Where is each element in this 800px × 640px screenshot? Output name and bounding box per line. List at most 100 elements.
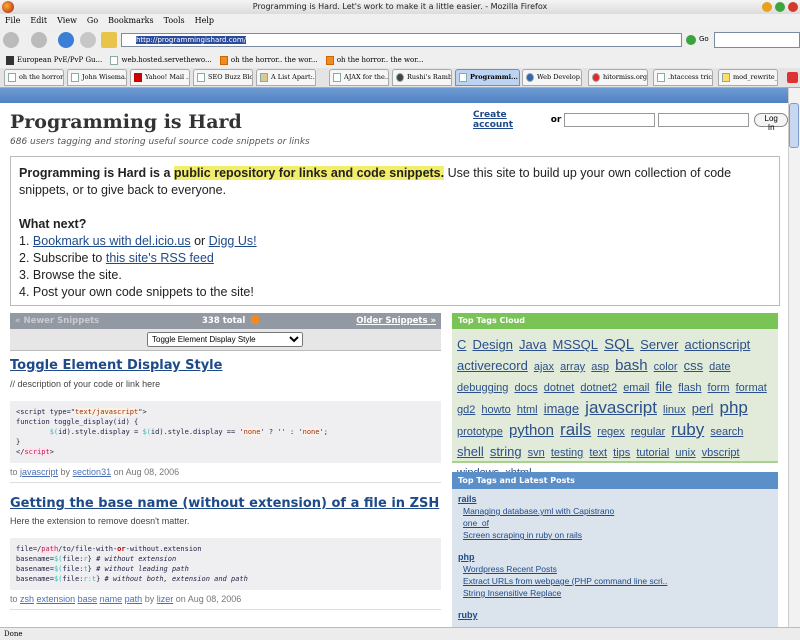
- tag-link[interactable]: zsh: [20, 594, 34, 604]
- tag-link[interactable]: javascript: [20, 467, 58, 477]
- tag-cloud-link[interactable]: Design: [472, 337, 512, 352]
- tag-cloud-link[interactable]: SQL: [604, 336, 634, 353]
- tag-cloud-link[interactable]: flash: [678, 382, 701, 394]
- tag-cloud-link[interactable]: color: [654, 361, 678, 373]
- tag-cloud-link[interactable]: svn: [528, 447, 545, 459]
- tag-cloud-link[interactable]: MSSQL: [553, 337, 599, 352]
- menu-help[interactable]: Help: [195, 16, 214, 25]
- scrollbar[interactable]: [788, 88, 800, 627]
- tag-cloud-link[interactable]: actionscript: [685, 337, 751, 352]
- menu-go[interactable]: Go: [87, 16, 98, 25]
- tag-cloud-link[interactable]: format: [736, 382, 767, 394]
- tag-cloud-link[interactable]: form: [708, 382, 730, 394]
- tag-link[interactable]: name: [100, 594, 123, 604]
- tag-cloud-link[interactable]: bash: [615, 357, 648, 374]
- snippet-title[interactable]: Getting the base name (without extension…: [10, 496, 439, 511]
- tab[interactable]: AJAX for the...: [329, 69, 389, 86]
- tag-link[interactable]: base: [78, 594, 98, 604]
- tag-cloud-link[interactable]: tutorial: [636, 447, 669, 459]
- tab[interactable]: John Wisema...: [67, 69, 127, 86]
- tag-cloud-link[interactable]: regular: [631, 426, 665, 438]
- delicious-link[interactable]: Bookmark us with del.icio.us: [33, 234, 191, 248]
- menu-file[interactable]: File: [5, 16, 20, 25]
- tab[interactable]: hitormiss.org:...: [588, 69, 648, 86]
- tag-heading-link[interactable]: rails: [458, 493, 772, 505]
- bookmark-item[interactable]: oh the horror.. the wor...: [219, 52, 318, 68]
- tag-cloud-link[interactable]: date: [709, 361, 730, 373]
- close-tab-icon[interactable]: [787, 72, 798, 83]
- bookmark-item[interactable]: web.hosted.servethewo...: [110, 52, 212, 68]
- tag-cloud-link[interactable]: C: [457, 337, 466, 352]
- bookmark-item[interactable]: European PvE/PvP Gu...: [6, 52, 102, 68]
- tag-cloud-link[interactable]: dotnet2: [580, 382, 617, 394]
- minimize-icon[interactable]: [762, 2, 772, 12]
- go-icon[interactable]: [686, 35, 696, 45]
- tag-cloud-link[interactable]: rails: [560, 420, 591, 439]
- snippet-title[interactable]: Toggle Element Display Style: [10, 358, 222, 373]
- post-link[interactable]: Extract URLs from webpage (PHP command l…: [463, 575, 772, 587]
- go-button[interactable]: Go: [699, 35, 709, 43]
- tag-cloud-link[interactable]: html: [517, 404, 538, 416]
- tag-cloud-link[interactable]: regex: [597, 426, 625, 438]
- tag-cloud-link[interactable]: python: [509, 422, 554, 439]
- rss-feed-link[interactable]: this site's RSS feed: [106, 251, 214, 265]
- menu-view[interactable]: View: [57, 16, 77, 25]
- digg-link[interactable]: Digg Us!: [209, 234, 257, 248]
- tag-cloud-link[interactable]: email: [623, 382, 649, 394]
- tab[interactable]: Yahoo! Mail ...: [130, 69, 190, 86]
- close-icon[interactable]: [788, 2, 798, 12]
- bookmark-item[interactable]: oh the horror.. the wor...: [325, 52, 423, 68]
- tag-cloud-link[interactable]: array: [560, 361, 585, 373]
- stop-icon[interactable]: [80, 32, 96, 48]
- password-input[interactable]: [658, 113, 750, 127]
- maximize-icon[interactable]: [775, 2, 785, 12]
- tag-cloud-link[interactable]: testing: [551, 447, 583, 459]
- tag-cloud-link[interactable]: perl: [692, 401, 714, 416]
- tag-cloud-link[interactable]: gd2: [457, 404, 475, 416]
- tag-cloud-link[interactable]: asp: [591, 361, 609, 373]
- tag-cloud-link[interactable]: css: [684, 358, 704, 373]
- tag-heading-link[interactable]: ruby: [458, 609, 772, 621]
- tag-cloud-link[interactable]: text: [589, 447, 607, 459]
- post-link[interactable]: one_of: [463, 517, 772, 529]
- tag-cloud-link[interactable]: howto: [481, 404, 510, 416]
- tag-cloud-link[interactable]: dotnet: [544, 382, 575, 394]
- menu-bookmarks[interactable]: Bookmarks: [108, 16, 154, 25]
- tab[interactable]: .htaccess tric...: [653, 69, 713, 86]
- tag-cloud-link[interactable]: ruby: [671, 420, 704, 439]
- tag-cloud-link[interactable]: search: [710, 426, 743, 438]
- menu-tools[interactable]: Tools: [164, 16, 185, 25]
- tag-heading-link[interactable]: php: [458, 551, 772, 563]
- tag-cloud-link[interactable]: docs: [514, 382, 537, 394]
- back-icon[interactable]: [3, 32, 19, 48]
- post-link[interactable]: String Insensitive Replace: [463, 587, 772, 599]
- tag-cloud-link[interactable]: file: [656, 379, 673, 394]
- older-snippets-link[interactable]: Older Snippets »: [356, 313, 436, 329]
- tag-cloud-link[interactable]: ajax: [534, 361, 554, 373]
- newer-snippets-link[interactable]: « Newer Snippets: [15, 313, 99, 329]
- tag-link[interactable]: extension: [37, 594, 76, 604]
- search-input[interactable]: [714, 32, 800, 48]
- tag-cloud-link[interactable]: shell: [457, 444, 484, 459]
- home-icon[interactable]: [101, 32, 117, 48]
- menu-edit[interactable]: Edit: [30, 16, 47, 25]
- scrollbar-thumb[interactable]: [789, 103, 799, 148]
- login-button[interactable]: Log In: [754, 113, 788, 132]
- tag-cloud-link[interactable]: vbscript: [702, 447, 740, 459]
- tag-cloud-link[interactable]: Server: [640, 337, 678, 352]
- tag-cloud-link[interactable]: prototype: [457, 426, 503, 438]
- post-link[interactable]: Wordpress Recent Posts: [463, 563, 772, 575]
- tag-cloud-link[interactable]: javascript: [585, 398, 657, 417]
- tab[interactable]: mod_rewrite_...: [718, 69, 778, 86]
- tab[interactable]: Web Develop...: [522, 69, 582, 86]
- tag-cloud-link[interactable]: linux: [663, 404, 686, 416]
- reload-icon[interactable]: [58, 32, 74, 48]
- author-link[interactable]: lizer: [157, 594, 174, 604]
- url-input[interactable]: http://programmingishard.com/: [121, 33, 682, 47]
- tag-cloud-link[interactable]: Java: [519, 337, 546, 352]
- snippet-select[interactable]: Toggle Element Display Style: [147, 332, 303, 347]
- tab-active[interactable]: Programmi...: [455, 69, 520, 86]
- tag-cloud-link[interactable]: tips: [613, 447, 630, 459]
- username-input[interactable]: [564, 113, 656, 127]
- tag-cloud-link[interactable]: debugging: [457, 382, 508, 394]
